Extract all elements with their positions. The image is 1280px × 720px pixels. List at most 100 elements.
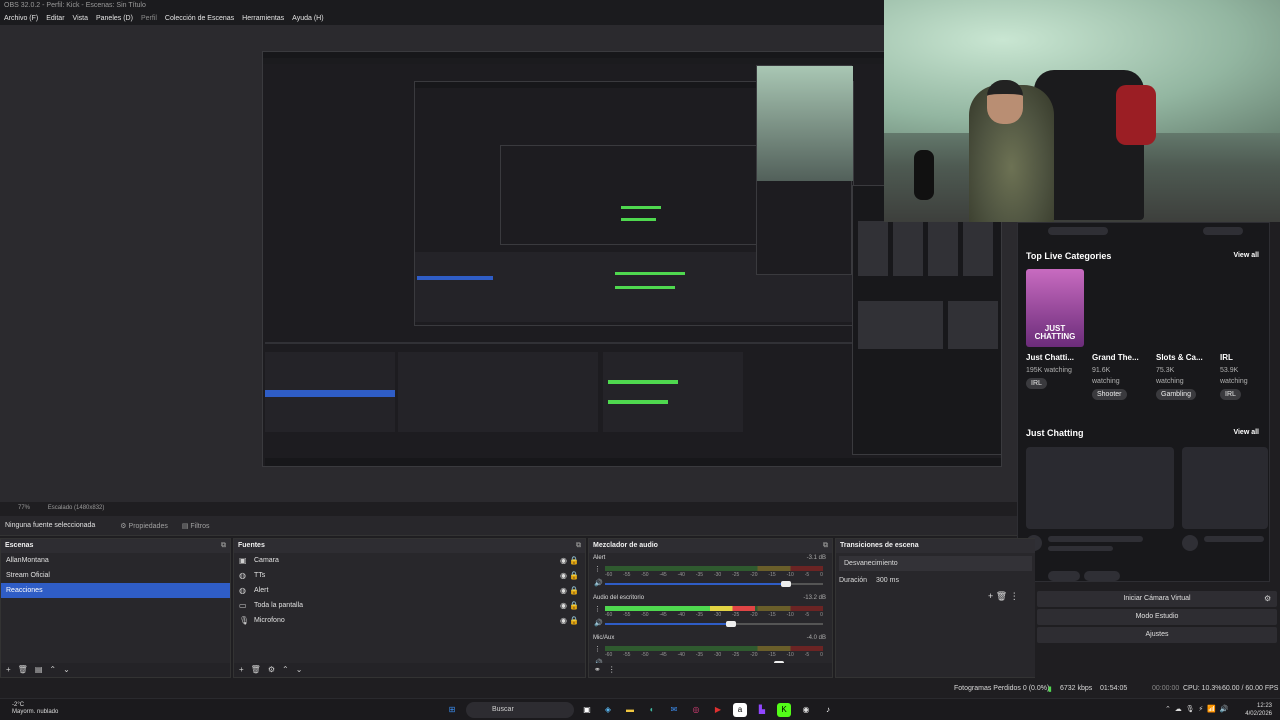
category-tag[interactable]: Gambling (1156, 389, 1196, 400)
volume-slider[interactable] (605, 581, 823, 587)
scene-item-selected[interactable]: Reacciones (1, 583, 230, 598)
eye-icon[interactable]: ◉ (560, 601, 567, 610)
scenes-footer: + 🗑 ▤ ⌃ ⌄ (1, 663, 230, 677)
menu-file[interactable]: Archivo (F) (4, 15, 38, 22)
scene-item[interactable]: AllanMontana (1, 553, 230, 568)
chevron-up-icon[interactable]: ⌃ (49, 665, 56, 674)
category-card[interactable]: IRL 53.9K watching IRL (1220, 269, 1268, 400)
menu-tools[interactable]: Herramientas (242, 15, 284, 22)
bitrate: 6732 kbps (1060, 685, 1093, 692)
eye-icon[interactable]: ◉ (560, 571, 567, 580)
filter-icon[interactable]: ▤ (35, 665, 43, 674)
source-item[interactable]: ◍ TTs ◉ 🔒 (234, 568, 585, 583)
source-item[interactable]: ◍ Alert ◉ 🔒 (234, 583, 585, 598)
file-explorer-icon[interactable]: ▬ (623, 703, 637, 717)
transition-select[interactable]: Desvanecimiento (839, 556, 1032, 571)
link-icon[interactable]: ⚭ (594, 665, 601, 674)
preview-canvas[interactable] (0, 25, 1017, 502)
undock-icon[interactable]: ⧉ (221, 542, 226, 550)
youtube-icon[interactable]: ▶ (711, 703, 725, 717)
lock-icon[interactable]: 🔒 (569, 601, 579, 610)
filters-button[interactable]: ▤ Filtros (182, 522, 210, 530)
undock-icon[interactable]: ⧉ (823, 542, 828, 550)
source-item[interactable]: 🎙 Microfono ◉ 🔒 (234, 613, 585, 628)
just-chatting-view-all[interactable]: View all (1233, 429, 1259, 436)
add-icon[interactable]: + (6, 665, 11, 674)
scene-item[interactable]: Stream Oficial (1, 568, 230, 583)
edge-icon[interactable]: ◐ (645, 703, 659, 717)
more-icon[interactable]: ⋮ (594, 605, 601, 613)
task-view-icon[interactable]: ▣ (580, 703, 594, 717)
add-icon[interactable]: + (239, 665, 244, 674)
scaling-label[interactable]: Escalado (1480x832) (48, 505, 105, 511)
chevron-up-icon[interactable]: ⌃ (282, 665, 289, 674)
gear-icon[interactable]: ⚙ (268, 665, 275, 674)
undock-icon[interactable]: ⧉ (576, 542, 581, 550)
volume-slider[interactable] (605, 621, 823, 627)
taskbar-search[interactable]: Buscar (466, 702, 574, 718)
lock-icon[interactable]: 🔒 (569, 571, 579, 580)
more-icon[interactable]: ⋮ (594, 565, 601, 573)
studio-mode-button[interactable]: Modo Estudio (1037, 609, 1277, 625)
zoom-level[interactable]: 77% (18, 505, 30, 511)
virtual-camera-settings-icon[interactable]: ⚙ (1264, 594, 1271, 603)
more-icon[interactable]: ⋮ (1010, 591, 1019, 601)
menu-scene-collection[interactable]: Colección de Escenas (165, 15, 234, 22)
source-item[interactable]: ▭ Toda la pantalla ◉ 🔒 (234, 598, 585, 613)
lock-icon[interactable]: 🔒 (569, 616, 579, 625)
system-tray-icons[interactable]: ⌃ ☁ 🎙 ⚡ 📶 🔊 (1165, 705, 1229, 713)
menu-docks[interactable]: Paneles (D) (96, 15, 133, 22)
obs-icon[interactable]: ◉ (799, 703, 813, 717)
clock-date: 4/02/2026 (1245, 711, 1272, 717)
twitch-icon[interactable]: ▙ (755, 703, 769, 717)
category-card[interactable]: JUST CHATTING Just Chatti... 195K watchi… (1026, 269, 1086, 389)
menu-profile[interactable]: Perfil (141, 15, 157, 22)
category-viewers: 195K watching (1026, 367, 1072, 374)
menu-help[interactable]: Ayuda (H) (292, 15, 323, 22)
meter-tick-label: -60 (605, 572, 613, 578)
meter-tick-label: -15 (768, 652, 776, 658)
more-icon[interactable]: ⋮ (594, 645, 601, 653)
chevron-down-icon[interactable]: ⌄ (296, 665, 303, 674)
weather-temp: -2°C (12, 702, 25, 708)
mail-icon[interactable]: ✉ (667, 703, 681, 717)
nested-kick-overlay (852, 185, 1002, 455)
menu-view[interactable]: Vista (73, 15, 88, 22)
menu-edit[interactable]: Editar (46, 15, 64, 22)
properties-button[interactable]: ⚙ Propiedades (120, 522, 168, 530)
channel-db: -13.2 dB (803, 595, 826, 601)
lock-icon[interactable]: 🔒 (569, 586, 579, 595)
category-tag[interactable]: Shooter (1092, 389, 1127, 400)
trash-icon[interactable]: 🗑 (18, 665, 28, 674)
start-virtual-camera-button[interactable]: Iniciar Cámara Virtual (1037, 591, 1277, 607)
more-icon[interactable]: ⋮ (608, 665, 616, 674)
eye-icon[interactable]: ◉ (560, 556, 567, 565)
source-item[interactable]: ▣ Camara ◉ 🔒 (234, 553, 585, 568)
weather-widget[interactable]: -2°C Mayorm. nublado (12, 702, 58, 716)
speaker-icon[interactable]: 🔊 (594, 619, 603, 627)
amazon-icon[interactable]: a (733, 703, 747, 717)
globe-icon: ◍ (239, 586, 246, 595)
category-tag[interactable]: IRL (1220, 389, 1241, 400)
category-card[interactable]: Slots & Ca... 75.3K watching Gambling (1156, 269, 1216, 400)
copilot-icon[interactable]: ◈ (601, 703, 615, 717)
category-card[interactable]: Grand The... 91.6K watching Shooter (1092, 269, 1152, 400)
category-name: Slots & Ca... (1156, 353, 1203, 362)
lock-icon[interactable]: 🔒 (569, 556, 579, 565)
trash-icon[interactable]: 🗑 (996, 591, 1007, 601)
speaker-icon[interactable]: 🔊 (594, 579, 603, 587)
kick-icon[interactable]: K (777, 703, 791, 717)
add-icon[interactable]: + (988, 591, 993, 601)
tiktok-icon[interactable]: ♪ (821, 703, 835, 717)
eye-icon[interactable]: ◉ (560, 616, 567, 625)
instagram-icon[interactable]: ◎ (689, 703, 703, 717)
eye-icon[interactable]: ◉ (560, 586, 567, 595)
duration-input[interactable]: 300 ms (876, 577, 899, 584)
category-tag[interactable]: IRL (1026, 378, 1047, 389)
top-categories-view-all[interactable]: View all (1233, 252, 1259, 259)
settings-button[interactable]: Ajustes (1037, 627, 1277, 643)
trash-icon[interactable]: 🗑 (251, 665, 261, 674)
chevron-down-icon[interactable]: ⌄ (63, 665, 70, 674)
taskbar-clock[interactable]: 12:23 4/02/2026 (1245, 702, 1272, 718)
windows-start-icon[interactable]: ⊞ (445, 703, 459, 717)
